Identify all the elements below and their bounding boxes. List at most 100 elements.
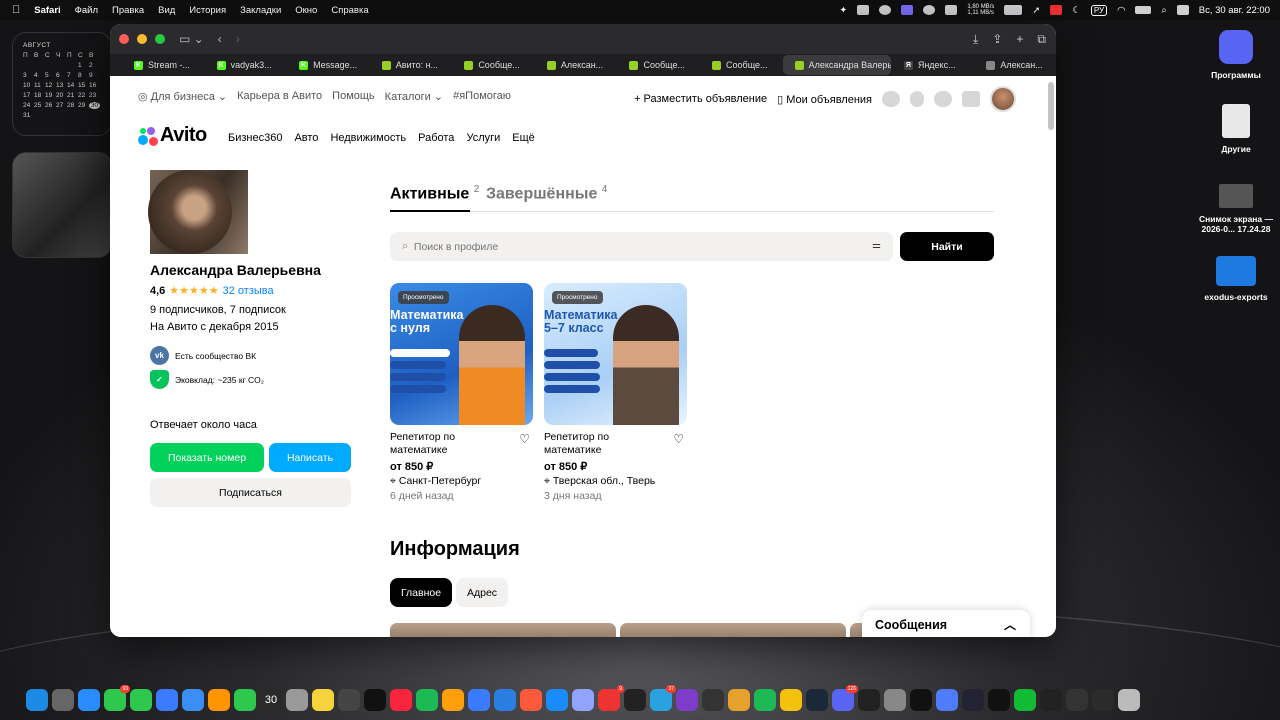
pages-icon[interactable] xyxy=(442,689,464,711)
listing-title[interactable]: Репетитор по математике xyxy=(390,431,500,457)
safari-icon[interactable] xyxy=(78,689,100,711)
vpn-icon[interactable] xyxy=(945,5,958,15)
browser-tab[interactable]: K Message... xyxy=(287,55,369,75)
help-link[interactable]: Помощь xyxy=(332,90,375,103)
tor-icon[interactable] xyxy=(676,689,698,711)
profile-search-input[interactable] xyxy=(413,240,834,253)
record-icon[interactable] xyxy=(923,5,936,15)
screen-icon[interactable] xyxy=(901,5,914,15)
spotify-icon[interactable] xyxy=(754,689,776,711)
window-thumb-icon[interactable] xyxy=(1040,689,1062,711)
listing-card[interactable]: Просмотрено Математика с нуля ♡ Репетито… xyxy=(390,283,534,502)
nav-services[interactable]: Услуги xyxy=(466,132,500,144)
browser-tab[interactable]: Авито: н... xyxy=(370,55,452,75)
subscribers-text[interactable]: 9 подписчиков, 7 подписок xyxy=(150,304,286,316)
numbers-icon[interactable] xyxy=(416,689,438,711)
new-tab-icon[interactable]: + xyxy=(1016,32,1023,47)
close-button[interactable] xyxy=(119,34,129,44)
career-link[interactable]: Карьера в Авито xyxy=(237,90,322,103)
catalogs-link[interactable]: Каталоги ⌄ xyxy=(385,90,443,103)
write-button[interactable]: Написать xyxy=(269,443,351,472)
desktop-icon-other[interactable]: Другие xyxy=(1196,104,1276,154)
listing-title[interactable]: Репетитор по математике xyxy=(544,431,654,457)
discord-icon[interactable]: 126 xyxy=(832,685,858,711)
steam-icon[interactable] xyxy=(806,689,828,711)
window-thumb-icon[interactable] xyxy=(1014,689,1036,711)
photo-widget[interactable] xyxy=(12,152,112,258)
menu-bookmarks[interactable]: Закладки xyxy=(240,5,281,16)
browser-tab[interactable]: Алексан... xyxy=(535,55,617,75)
chrome-icon[interactable] xyxy=(780,689,802,711)
clock-icon[interactable] xyxy=(884,689,906,711)
favorite-heart-icon[interactable]: ♡ xyxy=(519,432,530,446)
keynote-icon[interactable] xyxy=(468,689,490,711)
launchpad-icon[interactable] xyxy=(52,689,74,711)
messages-icon[interactable]: 93 xyxy=(104,685,130,711)
profile-avatar[interactable] xyxy=(148,170,248,254)
moon-icon[interactable]: ☾ xyxy=(1072,5,1081,16)
reminders-icon[interactable] xyxy=(338,689,360,711)
app-dark-icon[interactable] xyxy=(702,689,724,711)
nav-auto[interactable]: Авто xyxy=(294,132,318,144)
cart-icon[interactable] xyxy=(962,91,980,107)
window-thumb-icon[interactable] xyxy=(988,689,1010,711)
incy-icon[interactable] xyxy=(858,689,880,711)
clock-datetime[interactable]: Вс, 30 авг. 22:00 xyxy=(1199,5,1270,16)
apple-menu-icon[interactable]:  xyxy=(12,4,20,16)
desktop-icon-screenshot[interactable]: Снимок экрана — 2026-0... 17.24.28 xyxy=(1196,184,1276,234)
user-avatar[interactable] xyxy=(990,86,1016,112)
calendar-icon[interactable]: 30 xyxy=(260,689,282,711)
rocket-icon[interactable]: ➚ xyxy=(1032,5,1040,16)
window-thumb-icon[interactable] xyxy=(1092,689,1114,711)
tab-info-address[interactable]: Адрес xyxy=(456,578,508,607)
chevron-up-icon[interactable]: ︿ xyxy=(1004,616,1016,633)
post-ad-link[interactable]: + Разместить объявление xyxy=(634,93,767,105)
filter-icon[interactable]: ⚌ xyxy=(872,240,881,251)
sidebar-toggle-icon[interactable]: ▭ ⌄ xyxy=(179,32,204,46)
music-icon[interactable] xyxy=(390,689,412,711)
browser-tab[interactable]: Сообще... xyxy=(617,55,699,75)
browser-tab[interactable]: K Stream -... xyxy=(122,55,204,75)
subscribe-button[interactable]: Подписаться xyxy=(150,478,351,507)
nav-realty[interactable]: Недвижимость xyxy=(330,132,406,144)
nav-business360[interactable]: Бизнес360 xyxy=(228,132,282,144)
sparkle-icon[interactable]: ✦ xyxy=(839,5,847,16)
nav-more[interactable]: Ещё xyxy=(512,132,535,144)
photos-icon[interactable] xyxy=(208,689,230,711)
listing-card[interactable]: Просмотрено Математика 5–7 класс ♡ Репет… xyxy=(544,283,688,502)
vpn-app-icon[interactable] xyxy=(910,689,932,711)
listing-image[interactable]: Просмотрено Математика с нуля xyxy=(390,283,533,425)
desktop-icon-programs[interactable]: Программы xyxy=(1196,30,1276,80)
sync-icon[interactable] xyxy=(879,5,892,15)
finder-icon[interactable] xyxy=(26,689,48,711)
badge-eco[interactable]: ✓ Эковклад: ~235 кг CO₂ xyxy=(150,370,264,389)
trash-icon[interactable] xyxy=(1118,689,1140,711)
menu-help[interactable]: Справка xyxy=(331,5,368,16)
reviews-link[interactable]: 32 отзыва xyxy=(223,285,274,297)
favorite-heart-icon[interactable]: ♡ xyxy=(673,432,684,446)
messages-chat-icon[interactable] xyxy=(934,91,952,107)
calendar-widget[interactable]: АВГУСТ П В С Ч П С В 1 2 3 4 5 6 7 8 9 10 11 12 13 14 15 16 17 1… xyxy=(12,32,112,136)
status-app-icon[interactable] xyxy=(857,5,870,15)
apple-tv-icon[interactable] xyxy=(364,689,386,711)
show-number-button[interactable]: Показать номер xyxy=(150,443,264,472)
back-icon[interactable]: ‹ xyxy=(218,32,222,46)
ipomogayu-link[interactable]: #яПомогаю xyxy=(453,90,511,103)
zoom-button[interactable] xyxy=(155,34,165,44)
badge-vk[interactable]: vk Есть сообщество ВК xyxy=(150,346,256,365)
menu-window[interactable]: Окно xyxy=(295,5,317,16)
messages-panel[interactable]: Сообщения ︿ xyxy=(862,610,1030,637)
nav-jobs[interactable]: Работа xyxy=(418,132,454,144)
menu-file[interactable]: Файл xyxy=(75,5,98,16)
input-language[interactable]: РУ xyxy=(1090,4,1108,16)
mail-icon[interactable] xyxy=(182,689,204,711)
app-red-icon[interactable] xyxy=(1050,5,1063,15)
avito-logo[interactable]: Avito xyxy=(138,124,207,147)
tab-info-main[interactable]: Главное xyxy=(390,578,452,607)
app-store-blue-icon[interactable] xyxy=(156,689,178,711)
tab-active-listings[interactable]: Активные 2 xyxy=(390,184,479,203)
favorites-heart-icon[interactable] xyxy=(882,91,900,107)
my-ads-link[interactable]: ▯ Мои объявления xyxy=(777,93,872,106)
xcode-icon[interactable] xyxy=(546,689,568,711)
menu-edit[interactable]: Правка xyxy=(112,5,144,16)
